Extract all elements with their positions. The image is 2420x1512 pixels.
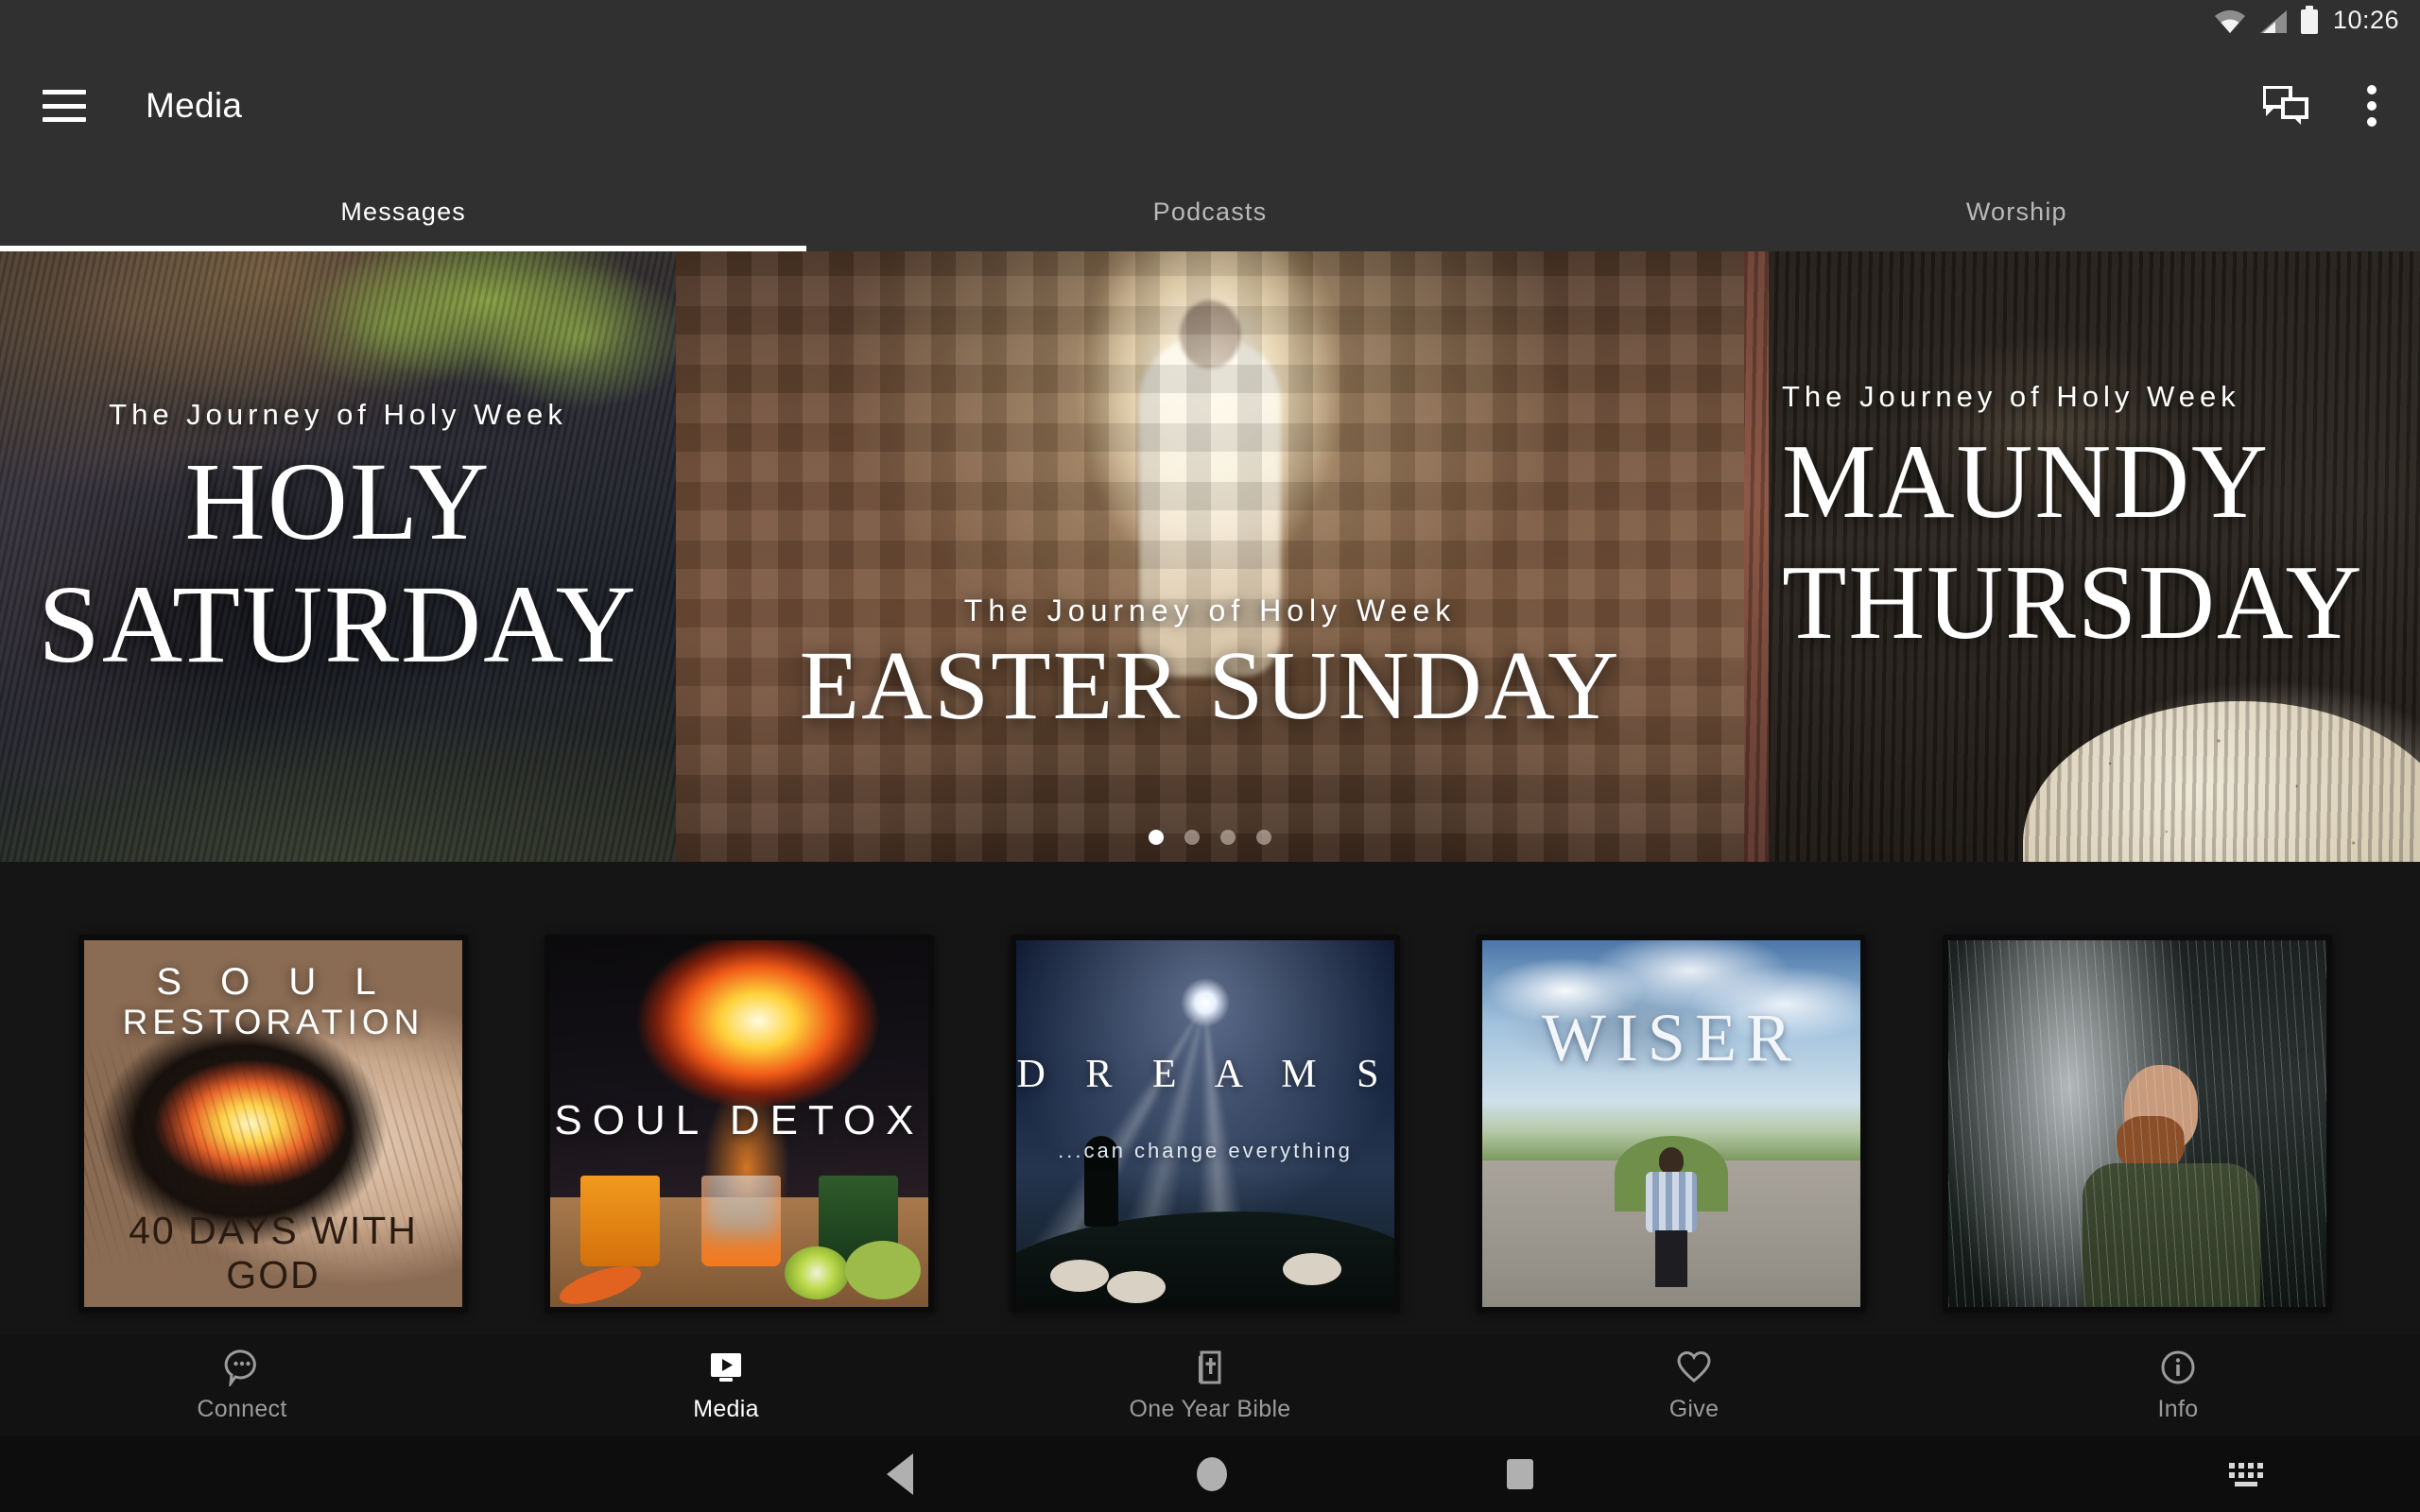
- man-plaid-shirt-shape: [1646, 1171, 1697, 1232]
- app-screen: 10:26 Media Messages Podcasts Worship Th…: [0, 0, 2420, 1512]
- hero-slide-holy-saturday[interactable]: The Journey of Holy Week HOLY SATURDAY: [0, 251, 676, 862]
- soul-restoration-title-line1: S O U L: [156, 961, 390, 1003]
- bearded-man-shape: [2077, 1064, 2266, 1307]
- orange-juice-glass-shape: [580, 1176, 660, 1267]
- page-title: Media: [146, 86, 243, 125]
- status-bar: 10:26: [0, 0, 2420, 40]
- hero-slide-2-title: EASTER SUNDAY: [799, 630, 1621, 740]
- nav-item-give[interactable]: Give: [1452, 1349, 1936, 1423]
- soul-detox-title: SOUL DETOX: [554, 1097, 925, 1143]
- media-content-area: S O U L RESTORATION 40 DAYS WITH GOD SOU…: [0, 862, 2420, 1334]
- man-shirt-shape: [2083, 1162, 2260, 1307]
- media-card-dreams[interactable]: D R E A M S ...can change everything: [1011, 935, 1400, 1313]
- man-at-crossroads-shape: [1646, 1146, 1697, 1289]
- media-card-wiser[interactable]: WISER: [1477, 935, 1866, 1313]
- app-bar-actions: [2263, 85, 2420, 127]
- hero-slide-3-title-line1: MAUNDY: [1782, 422, 2270, 541]
- carousel-dot-1[interactable]: [1149, 830, 1164, 845]
- hero-slide-2-text: The Journey of Holy Week EASTER SUNDAY: [676, 593, 1744, 740]
- man-legs-shape: [1655, 1229, 1687, 1287]
- keyboard-icon[interactable]: [2227, 1459, 2269, 1489]
- dreams-subtitle: ...can change everything: [1058, 1139, 1353, 1162]
- tab-podcasts-label: Podcasts: [1152, 197, 1268, 226]
- heart-icon: [1675, 1349, 1713, 1386]
- recents-square-icon[interactable]: [1507, 1459, 1533, 1489]
- wiser-artwork: [1482, 940, 1860, 1307]
- nav-item-one-year-bible[interactable]: One Year Bible: [968, 1349, 1452, 1423]
- nav-item-give-label: Give: [1668, 1395, 1720, 1422]
- system-navigation-bar: [0, 1436, 2420, 1512]
- tab-messages[interactable]: Messages: [0, 172, 807, 251]
- app-bar: Media: [0, 40, 2420, 172]
- dreams-artwork: [1016, 940, 1394, 1307]
- info-circle-icon: [2159, 1349, 2197, 1386]
- nav-item-connect-label: Connect: [197, 1395, 287, 1422]
- hero-slide-2-artwork: [676, 251, 1744, 862]
- hero-slide-3-title-line2: THURSDAY: [1782, 543, 2364, 662]
- bottom-navigation-bar: Connect Media One Year Bible Give Info: [0, 1334, 2420, 1436]
- carousel-dot-2[interactable]: [1184, 830, 1200, 845]
- hero-slide-1-title-line2: SATURDAY: [38, 562, 638, 687]
- chat-bubble-dots-icon: [223, 1349, 261, 1386]
- hero-slide-2-kicker: The Journey of Holy Week: [963, 593, 1457, 627]
- tab-bar: Messages Podcasts Worship: [0, 172, 2420, 251]
- man-head-shape: [2124, 1064, 2198, 1152]
- hero-slide-maundy-thursday[interactable]: The Journey of Holy Week MAUNDY THURSDAY: [1744, 251, 2420, 862]
- dreams-title: D R E A M S: [1016, 1053, 1394, 1096]
- kiwi-shape: [785, 1246, 849, 1300]
- cellular-signal-icon: [2259, 9, 2288, 34]
- hero-track: The Journey of Holy Week HOLY SATURDAY T…: [0, 251, 2420, 862]
- media-card-soul-restoration[interactable]: S O U L RESTORATION 40 DAYS WITH GOD: [78, 935, 468, 1313]
- tab-worship-label: Worship: [1965, 197, 2067, 226]
- brick-edge-shape: [1744, 251, 1769, 862]
- hero-slide-easter-sunday[interactable]: The Journey of Holy Week EASTER SUNDAY: [676, 251, 1744, 862]
- hero-slide-1-kicker: The Journey of Holy Week: [109, 398, 567, 432]
- tab-worship[interactable]: Worship: [1614, 172, 2420, 251]
- carousel-page-dots[interactable]: [1149, 830, 1271, 845]
- basin-bowl-shape: [2023, 701, 2420, 862]
- tv-play-icon: [707, 1349, 745, 1386]
- soul-restoration-subtitle: 40 DAYS WITH GOD: [129, 1209, 418, 1297]
- media-card-rain[interactable]: [1943, 935, 2332, 1313]
- flame-glass-shape: [701, 1176, 781, 1267]
- media-card-soul-detox[interactable]: SOUL DETOX: [544, 935, 934, 1313]
- hero-slide-1-title-line1: HOLY: [184, 439, 492, 564]
- nav-item-info-label: Info: [2157, 1395, 2199, 1422]
- media-card-row[interactable]: S O U L RESTORATION 40 DAYS WITH GOD SOU…: [78, 935, 2332, 1313]
- hero-slide-1-text: The Journey of Holy Week HOLY SATURDAY: [0, 398, 676, 687]
- soul-restoration-title-line2: RESTORATION: [122, 1003, 424, 1041]
- more-vertical-icon[interactable]: [2367, 85, 2377, 127]
- nav-item-connect[interactable]: Connect: [0, 1349, 484, 1423]
- hamburger-menu-icon[interactable]: [43, 90, 86, 122]
- nav-item-bible-label: One Year Bible: [1129, 1395, 1291, 1422]
- bible-book-icon: [1191, 1349, 1229, 1386]
- rain-artwork: [1948, 940, 2326, 1307]
- risen-figure-head-shape: [1180, 300, 1240, 369]
- hero-carousel[interactable]: The Journey of Holy Week HOLY SATURDAY T…: [0, 251, 2420, 862]
- sheep-shape: [1283, 1252, 1341, 1285]
- status-clock: 10:26: [2332, 5, 2399, 34]
- back-triangle-icon[interactable]: [887, 1453, 913, 1495]
- battery-icon: [2300, 6, 2318, 34]
- sheep-shape: [1107, 1271, 1166, 1304]
- hero-slide-3-kicker: The Journey of Holy Week: [1782, 379, 2240, 413]
- tab-messages-label: Messages: [340, 197, 466, 226]
- hero-slide-3-text: The Journey of Holy Week MAUNDY THURSDAY: [1782, 380, 2420, 656]
- forum-chat-icon[interactable]: [2263, 86, 2308, 126]
- status-icon-group: [2214, 6, 2318, 34]
- man-head-shape: [1659, 1146, 1684, 1174]
- nav-item-media-label: Media: [693, 1395, 759, 1422]
- nav-item-info[interactable]: Info: [1936, 1349, 2420, 1423]
- wifi-icon: [2214, 9, 2246, 34]
- nav-item-media[interactable]: Media: [484, 1349, 968, 1423]
- carousel-dot-4[interactable]: [1256, 830, 1271, 845]
- home-circle-icon[interactable]: [1197, 1457, 1227, 1491]
- wiser-title: WISER: [1542, 1000, 1801, 1075]
- carousel-dot-3[interactable]: [1220, 830, 1236, 845]
- tab-podcasts[interactable]: Podcasts: [806, 172, 1613, 251]
- avocado-shape: [845, 1241, 921, 1300]
- man-beard-shape: [2117, 1115, 2185, 1175]
